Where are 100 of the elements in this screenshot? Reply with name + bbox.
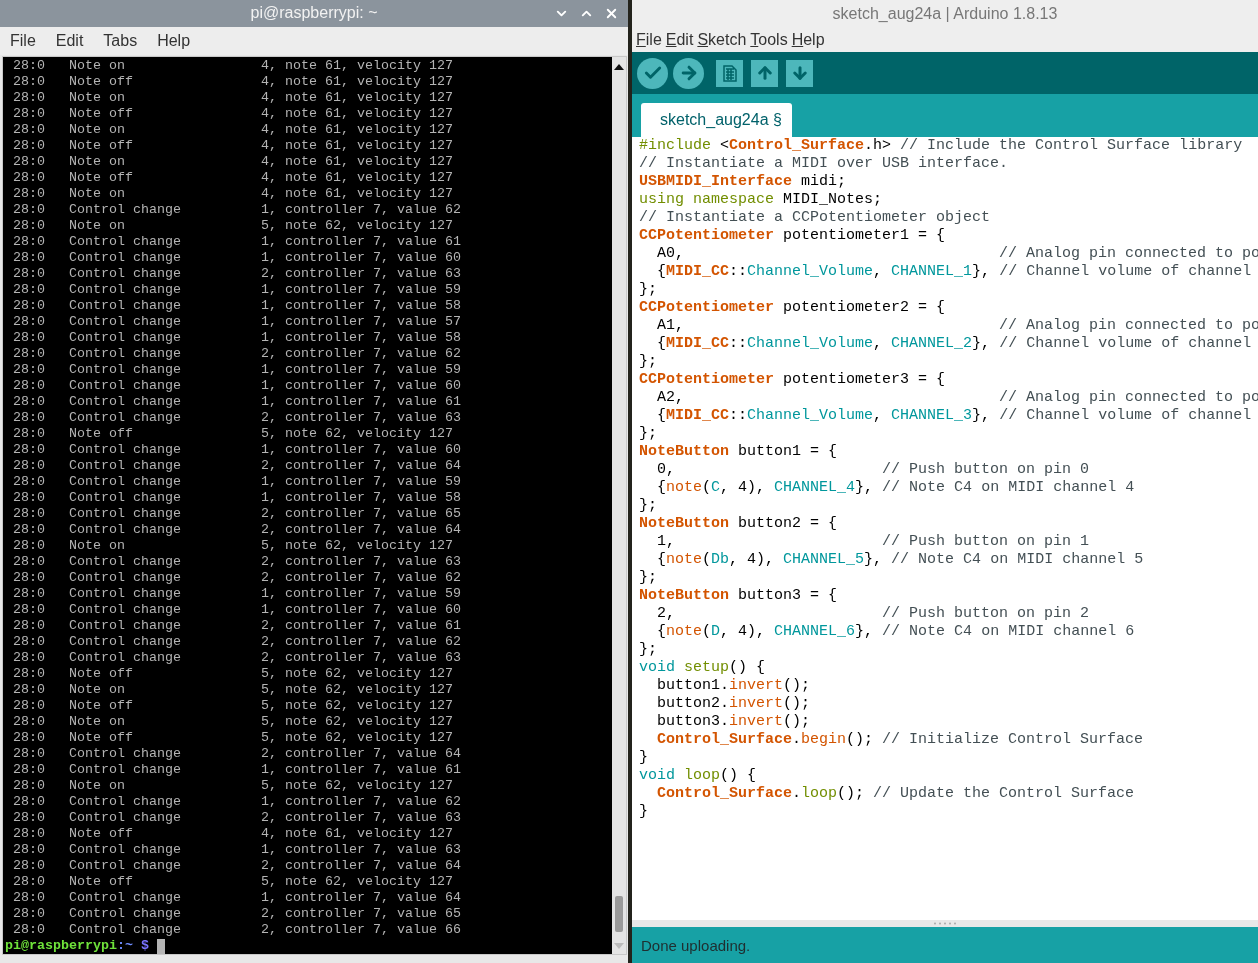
save-button[interactable] [786,59,813,87]
menu-item[interactable]: Tabs [95,29,146,52]
terminal-line: 28:0 Control change 1, controller 7, value 64 [13,890,462,906]
grip-icon[interactable] [933,922,957,925]
scrollbar[interactable] [612,57,626,954]
code-line: {note(C, 4), CHANNEL_4}, // Note C4 on MIDI channel 4 [656,479,1136,497]
terminal-line: 28:0 Control change 2, controller 7, value 62 [13,634,462,650]
code-line: Control_Surface.loop(); // Update the Control Surface [656,785,1136,803]
code-line: 0, // Push button on pin 0 [656,461,1091,479]
terminal-line: 28:0 Control change 1, controller 7, value 60 [13,442,462,458]
terminal-line: 28:0 Control change 1, controller 7, value 59 [13,362,462,378]
terminal-line: 28:0 Note on 5, note 62, velocity 127 [13,538,454,554]
code-line: // Instantiate a CCPotentiometer object [639,209,992,227]
terminal-line: 28:0 Control change 2, controller 7, value 64 [13,858,462,874]
code-line: NoteButton button3 = { [639,587,839,605]
code-line: void setup() { [639,659,767,677]
open-button[interactable] [751,59,778,87]
code-line: }; [639,353,658,371]
terminal-line: 28:0 Control change 2, controller 7, value 66 [13,922,462,938]
menu-item[interactable]: Help [791,31,829,49]
terminal-line: 28:0 Control change 2, controller 7, value 65 [13,906,462,922]
menu-item[interactable]: Edit [665,31,698,49]
terminal-line: 28:0 Control change 1, controller 7, value 60 [13,250,462,266]
code-line: NoteButton button2 = { [639,515,839,533]
terminal-line: 28:0 Control change 2, controller 7, value 62 [13,346,462,362]
scroll-down-icon[interactable] [614,942,624,950]
terminal-line: 28:0 Control change 1, controller 7, value 59 [13,586,462,602]
terminal-line: 28:0 Control change 1, controller 7, value 60 [13,602,462,618]
arrow-down-icon [790,64,809,82]
code-line: {note(Db, 4), CHANNEL_5}, // Note C4 on MIDI channel 5 [656,551,1145,569]
upload-button[interactable] [673,57,704,89]
menu-item[interactable]: Edit [47,29,92,52]
terminal-line: 28:0 Note on 4, note 61, velocity 127 [13,58,454,74]
code-line: USBMIDI_Interface midi; [639,173,848,191]
code-line: CCPotentiometer potentiometer2 = { [639,299,947,317]
sketch-tab[interactable]: sketch_aug24a § [641,103,792,137]
terminal-line: 28:0 Control change 1, controller 7, value 61 [13,394,462,410]
terminal-line: 28:0 Control change 2, controller 7, value 63 [13,410,462,426]
terminal-line: 28:0 Control change 1, controller 7, value 59 [13,282,462,298]
terminal-line: 28:0 Control change 1, controller 7, value 58 [13,330,462,346]
code-line: using namespace MIDI_Notes; [639,191,884,209]
menu-item[interactable]: File [636,31,666,49]
terminal-line: 28:0 Control change 1, controller 7, value 58 [13,490,462,506]
terminal-line: 28:0 Note off 5, note 62, velocity 127 [13,666,454,682]
menu-item[interactable]: Help [149,29,199,52]
terminal-line: 28:0 Note on 5, note 62, velocity 127 [13,682,454,698]
terminal-line: 28:0 Control change 1, controller 7, value 59 [13,474,462,490]
code-line: // Instantiate a MIDI over USB interface. [639,155,1010,173]
terminal-line: 28:0 Note off 5, note 62, velocity 127 [13,874,454,890]
terminal-line: 28:0 Control change 2, controller 7, value 63 [13,554,462,570]
code-line: NoteButton button1 = { [639,443,839,461]
code-line: } [639,749,649,767]
terminal-line: 28:0 Control change 1, controller 7, value 63 [13,842,462,858]
code-line: {MIDI_CC::Channel_Volume, CHANNEL_2}, // Channel volume of channel [656,335,1253,353]
terminal-line: 28:0 Note on 5, note 62, velocity 127 [13,218,454,234]
scroll-up-icon[interactable] [614,63,624,71]
terminal-line: 28:0 Note on 5, note 62, velocity 127 [13,778,454,794]
code-line: }; [639,569,658,587]
code-line: #include <Control_Surface.h> // Include the Control Surface library [639,137,1244,155]
terminal-line: 28:0 Control change 1, controller 7, value 61 [13,234,462,250]
new-button[interactable] [716,59,743,87]
code-line: 2, // Push button on pin 2 [656,605,1091,623]
terminal-line: 28:0 Note on 4, note 61, velocity 127 [13,122,454,138]
terminal-line: 28:0 Control change 1, controller 7, value 60 [13,378,462,394]
code-line: } [639,803,649,821]
code-line: {MIDI_CC::Channel_Volume, CHANNEL_3}, // Channel volume of channel [656,407,1253,425]
terminal-line: 28:0 Note on 4, note 61, velocity 127 [13,154,454,170]
window-title: pi@raspberrypi: ~ [250,4,378,23]
verify-button[interactable] [637,57,668,89]
menu-item[interactable]: Tools [750,31,792,49]
text-cursor [157,938,165,954]
close-icon [604,6,619,21]
code-line: button1.invert(); [656,677,812,695]
code-line: void loop() { [639,767,758,785]
terminal-line: 28:0 Control change 2, controller 7, value 62 [13,570,462,586]
terminal-line: 28:0 Control change 1, controller 7, value 62 [13,202,462,218]
terminal-line: 28:0 Note off 4, note 61, velocity 127 [13,74,454,90]
terminal-line: 28:0 Control change 2, controller 7, value 63 [13,266,462,282]
code-line: CCPotentiometer potentiometer1 = { [639,227,947,245]
terminal-line: 28:0 Control change 1, controller 7, value 62 [13,794,462,810]
terminal-line: 28:0 Control change 1, controller 7, value 58 [13,298,462,314]
code-line: button3.invert(); [656,713,812,731]
terminal-line: 28:0 Control change 2, controller 7, value 63 [13,810,462,826]
menu-item[interactable]: Sketch [697,31,751,49]
document-icon [722,64,737,82]
code-line: 1, // Push button on pin 1 [656,533,1091,551]
menu-item[interactable]: File [2,29,44,52]
terminal-line: 28:0 Note on 4, note 61, velocity 127 [13,90,454,106]
terminal-line: 28:0 Control change 1, controller 7, value 57 [13,314,462,330]
terminal-line: 28:0 Note off 4, note 61, velocity 127 [13,106,454,122]
code-line: button2.invert(); [656,695,812,713]
terminal-line: 28:0 Note off 4, note 61, velocity 127 [13,826,454,842]
code-line: }; [639,425,658,443]
terminal-line: 28:0 Control change 2, controller 7, value 63 [13,650,462,666]
code-line: Control_Surface.begin(); // Initialize Control Surface [656,731,1145,749]
terminal-line: 28:0 Control change 2, controller 7, value 64 [13,522,462,538]
code-line: }; [639,497,658,515]
code-line: }; [639,641,658,659]
scrollbar-thumb[interactable] [615,896,623,932]
terminal-line: 28:0 Note off 5, note 62, velocity 127 [13,730,454,746]
